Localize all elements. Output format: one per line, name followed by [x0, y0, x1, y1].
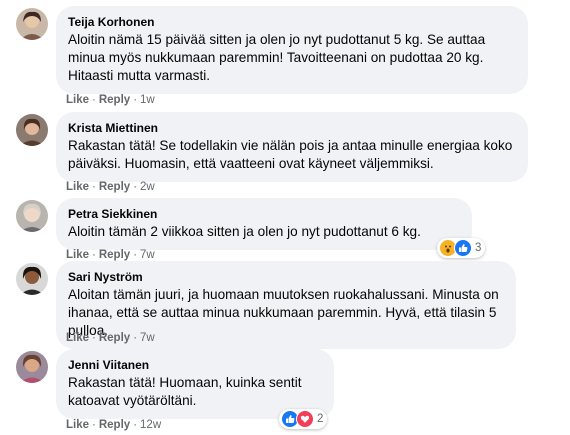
comment-bubble: Teija Korhonen Aloitin nämä 15 päivää si…: [56, 6, 528, 94]
comment-author[interactable]: Petra Siekkinen: [68, 206, 460, 222]
reactions-summary[interactable]: 2: [279, 409, 328, 429]
comment-bubble: Petra Siekkinen Aloitin tämän 2 viikkoa …: [56, 198, 472, 250]
comment-bubble: Krista Miettinen Rakastan tätä! Se todel…: [56, 112, 528, 182]
comment-actions: Like · Reply · 12w: [66, 419, 162, 431]
comment-actions: Like · Reply · 7w: [66, 332, 155, 344]
love-icon: [296, 410, 314, 428]
comment-actions: Like · Reply · 7w: [66, 249, 155, 261]
like-button[interactable]: Like: [66, 419, 89, 431]
like-button[interactable]: Like: [66, 181, 89, 193]
comment-author[interactable]: Teija Korhonen: [68, 14, 516, 30]
comment-text: Rakastan tätä! Se todellakin vie nälän p…: [68, 138, 513, 171]
like-icon: [454, 239, 472, 257]
comment-text: Aloitin tämän 2 viikkoa sitten ja olen j…: [68, 224, 421, 239]
reactions-summary[interactable]: 3: [437, 238, 486, 258]
like-button[interactable]: Like: [66, 249, 89, 261]
timestamp[interactable]: 7w: [140, 332, 155, 344]
comment-author[interactable]: Sari Nyström: [68, 269, 504, 285]
comment-author[interactable]: Jenni Viitanen: [68, 357, 322, 373]
comment-text: Rakastan tätä! Huomaan, kuinka sentit ka…: [68, 375, 302, 408]
comment-author[interactable]: Krista Miettinen: [68, 120, 516, 136]
timestamp[interactable]: 1w: [140, 94, 155, 106]
reply-button[interactable]: Reply: [99, 332, 130, 344]
comment-actions: Like · Reply · 2w: [66, 181, 155, 193]
like-button[interactable]: Like: [66, 332, 89, 344]
avatar[interactable]: [16, 351, 48, 383]
reaction-count: 2: [317, 413, 324, 425]
avatar[interactable]: [16, 8, 48, 40]
reply-button[interactable]: Reply: [99, 181, 130, 193]
reply-button[interactable]: Reply: [99, 94, 130, 106]
comment-text: Aloitin nämä 15 päivää sitten ja olen jo…: [68, 32, 486, 83]
timestamp[interactable]: 12w: [140, 419, 161, 431]
reaction-count: 3: [475, 242, 482, 254]
like-button[interactable]: Like: [66, 94, 89, 106]
avatar[interactable]: [16, 263, 48, 295]
reply-button[interactable]: Reply: [99, 249, 130, 261]
avatar[interactable]: [16, 200, 48, 232]
avatar[interactable]: [16, 114, 48, 146]
timestamp[interactable]: 7w: [140, 249, 155, 261]
comment-actions: Like · Reply · 1w: [66, 94, 155, 106]
reply-button[interactable]: Reply: [99, 419, 130, 431]
timestamp[interactable]: 2w: [140, 181, 155, 193]
